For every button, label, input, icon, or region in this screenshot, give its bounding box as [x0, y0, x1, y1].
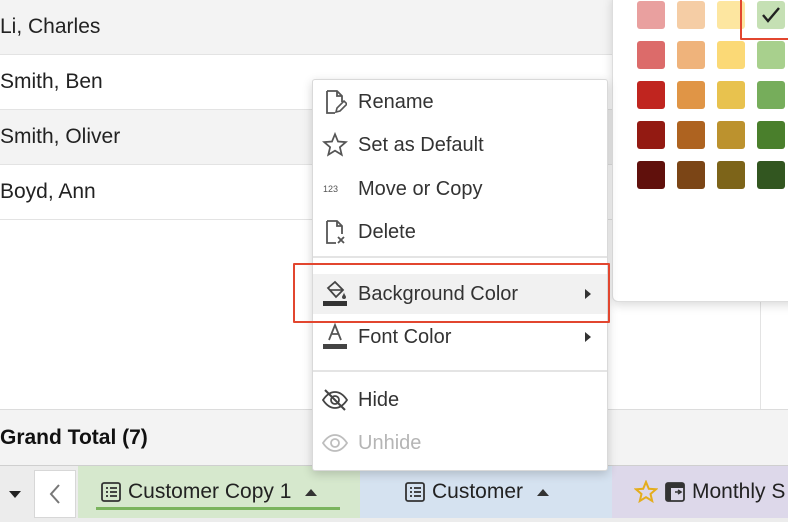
menu-item-label: Move or Copy [358, 177, 483, 200]
menu-item-move-or-copy[interactable]: 123 Move or Copy [313, 169, 607, 209]
tab-label: Monthly S [692, 480, 786, 503]
eye-icon [321, 429, 349, 457]
color-swatch[interactable] [757, 121, 785, 149]
menu-item-label: Rename [358, 90, 434, 113]
menu-item-hide[interactable]: Hide [313, 380, 607, 420]
menu-item-set-as-default[interactable]: Set as Default [313, 125, 607, 165]
tab-menu-caret-icon[interactable] [537, 488, 550, 496]
eye-slash-icon [321, 386, 349, 414]
star-icon [634, 480, 658, 504]
color-swatch[interactable] [677, 161, 705, 189]
highlight-background-color [293, 263, 610, 323]
menu-item-font-color[interactable]: Font Color [313, 317, 607, 357]
color-swatch[interactable] [637, 1, 665, 29]
color-swatch[interactable] [637, 161, 665, 189]
rename-icon [321, 88, 349, 116]
chevron-left-icon [49, 484, 60, 504]
color-swatch[interactable] [637, 41, 665, 69]
color-swatch[interactable] [757, 161, 785, 189]
row-name: Smith, Ben [0, 70, 103, 93]
color-swatch[interactable] [637, 121, 665, 149]
tab-list-dropdown[interactable] [0, 466, 30, 522]
grand-total-label: Grand Total (7) [0, 425, 148, 449]
color-swatch[interactable] [717, 161, 745, 189]
tab-menu-caret-icon[interactable] [305, 488, 318, 496]
menu-item-label: Set as Default [358, 133, 484, 156]
table-icon [100, 481, 122, 503]
menu-separator [313, 256, 607, 258]
menu-item-unhide[interactable]: Unhide [313, 423, 607, 463]
menu-separator [313, 370, 607, 372]
delete-icon [321, 218, 349, 246]
menu-item-label: Hide [358, 388, 400, 411]
background-color-palette [612, 0, 788, 302]
chevron-down-icon [9, 491, 21, 498]
tab-customer-copy-1[interactable]: Customer Copy 1 [78, 466, 360, 518]
tab-scroll-left-button[interactable] [34, 470, 76, 518]
sheet-tab-bar: Customer Copy 1 Customer Monthly S [0, 465, 788, 522]
menu-item-delete[interactable]: Delete [313, 212, 607, 252]
menu-item-label: Unhide [358, 431, 422, 454]
tab-monthly[interactable]: Monthly S [612, 466, 788, 518]
table-icon [404, 481, 426, 503]
color-swatch[interactable] [677, 81, 705, 109]
tab-label: Customer Copy 1 [128, 480, 292, 503]
font-color-icon [321, 323, 349, 351]
color-swatch[interactable] [717, 41, 745, 69]
menu-item-label: Delete [358, 220, 416, 243]
menu-item-rename[interactable]: Rename [313, 82, 607, 122]
pivot-table-icon [664, 481, 686, 503]
table-row[interactable]: Li, Charles [0, 0, 612, 55]
color-swatch[interactable] [717, 121, 745, 149]
color-swatch[interactable] [677, 1, 705, 29]
star-icon [321, 131, 349, 159]
tab-label: Customer [432, 480, 524, 503]
move-copy-icon: 123 [321, 175, 349, 203]
row-name: Smith, Oliver [0, 125, 121, 148]
color-swatch[interactable] [677, 41, 705, 69]
column-divider [760, 300, 761, 410]
color-swatch[interactable] [717, 81, 745, 109]
color-swatch[interactable] [757, 41, 785, 69]
active-tab-indicator [96, 507, 340, 510]
color-swatch[interactable] [757, 81, 785, 109]
color-swatch[interactable] [677, 121, 705, 149]
selected-color-highlight [740, 0, 788, 40]
svg-text:123: 123 [323, 184, 338, 194]
color-swatch[interactable] [637, 81, 665, 109]
row-name: Boyd, Ann [0, 180, 96, 203]
menu-item-label: Font Color [358, 325, 452, 348]
tab-customer[interactable]: Customer [360, 466, 612, 518]
row-name: Li, Charles [0, 15, 101, 38]
submenu-arrow-icon [585, 332, 591, 342]
